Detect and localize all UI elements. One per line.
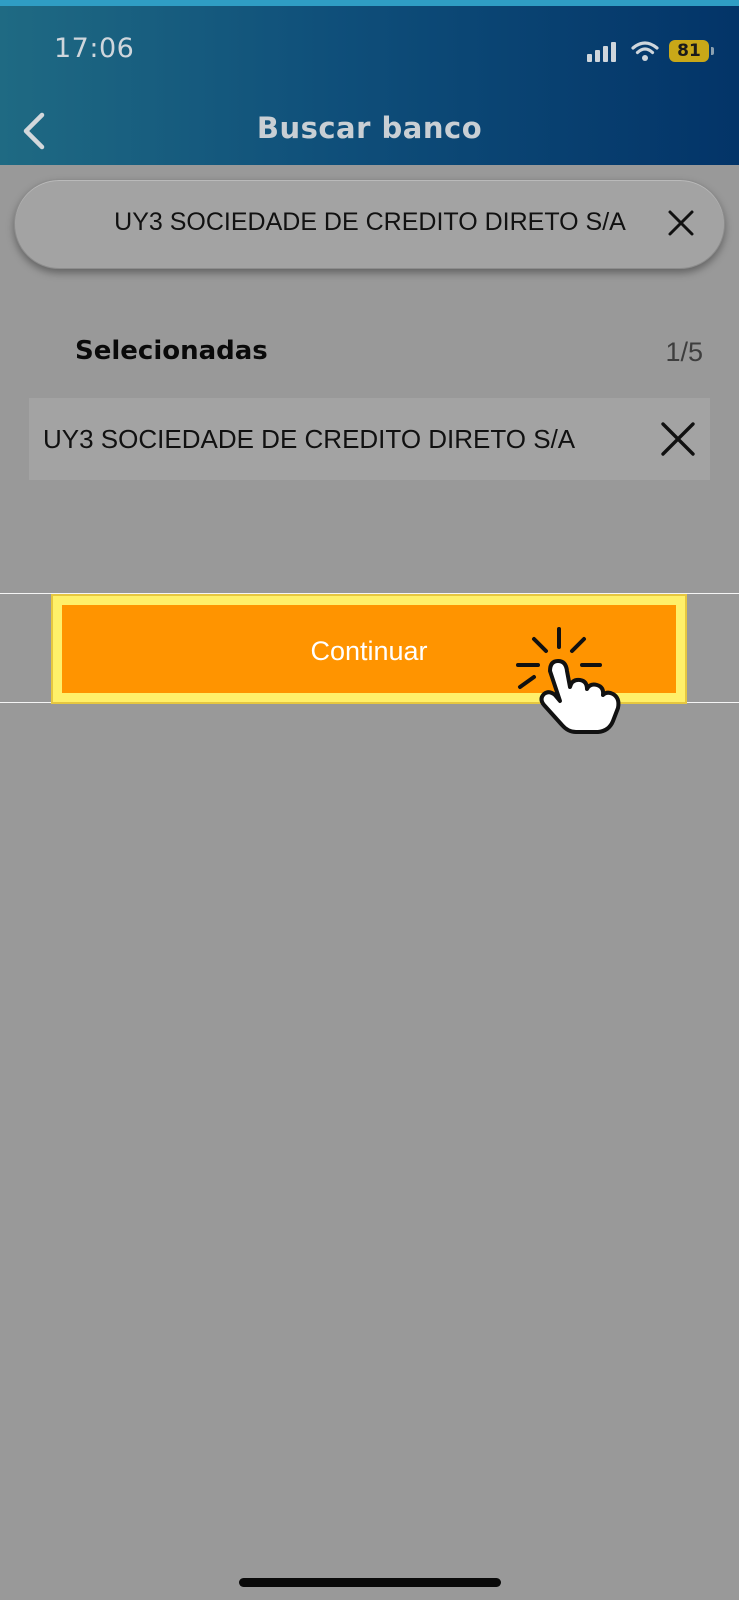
status-icons: 81 bbox=[587, 36, 714, 66]
app-header: 17:06 81 Buscar banco bbox=[0, 0, 739, 165]
selected-item-label: UY3 SOCIEDADE DE CREDITO DIRETO S/A bbox=[43, 424, 576, 454]
status-time: 17:06 bbox=[54, 33, 135, 64]
selected-count: 1/5 bbox=[665, 337, 703, 367]
tap-hand-icon bbox=[516, 627, 621, 734]
search-input[interactable]: UY3 SOCIEDADE DE CREDITO DIRETO S/A bbox=[14, 179, 725, 269]
selected-item: UY3 SOCIEDADE DE CREDITO DIRETO S/A bbox=[29, 398, 710, 480]
wifi-icon bbox=[631, 41, 659, 61]
clear-search-icon[interactable] bbox=[665, 207, 697, 239]
signal-icon bbox=[587, 40, 619, 62]
remove-item-icon[interactable] bbox=[659, 420, 697, 458]
page-title: Buscar banco bbox=[256, 111, 483, 145]
home-indicator bbox=[239, 1578, 501, 1587]
battery-icon: 81 bbox=[669, 40, 714, 62]
selected-section-label: Selecionadas bbox=[75, 336, 268, 366]
search-value: UY3 SOCIEDADE DE CREDITO DIRETO S/A bbox=[114, 208, 626, 236]
